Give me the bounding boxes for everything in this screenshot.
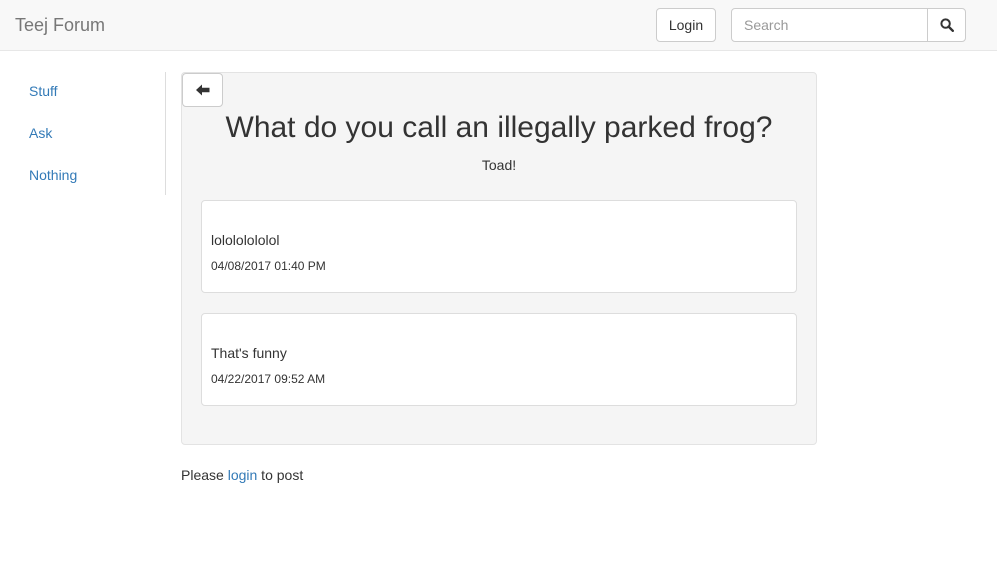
sidebar-item-nothing[interactable]: Nothing	[15, 156, 165, 198]
login-prompt-suffix: to post	[257, 467, 304, 483]
login-button[interactable]: Login	[656, 8, 716, 42]
post-body: Toad!	[481, 157, 517, 173]
reply-text: lolololololol	[211, 232, 280, 248]
login-prompt-prefix: Please	[181, 467, 228, 483]
brand-title[interactable]: Teej Forum	[15, 14, 105, 36]
navbar: Teej Forum Login	[0, 0, 997, 51]
search-button[interactable]	[927, 8, 966, 42]
arrow-left-icon	[195, 84, 209, 96]
login-link[interactable]: login	[228, 467, 258, 483]
search-input[interactable]	[731, 8, 928, 42]
reply-timestamp: 04/08/2017 01:40 PM	[211, 259, 326, 273]
sidebar-item-ask[interactable]: Ask	[15, 114, 165, 156]
reply-timestamp: 04/22/2017 09:52 AM	[211, 372, 326, 386]
back-button[interactable]	[182, 73, 223, 107]
post-panel: What do you call an illegally parked fro…	[181, 72, 817, 445]
reply-text: That's funny	[211, 345, 287, 361]
reply-card: lolololololol 04/08/2017 01:40 PM	[201, 200, 797, 293]
sidebar-item-stuff[interactable]: Stuff	[15, 72, 165, 114]
post-title: What do you call an illegally parked fro…	[225, 111, 773, 144]
login-prompt: Please login to post	[181, 467, 303, 483]
reply-card: That's funny 04/22/2017 09:52 AM	[201, 313, 797, 406]
search-icon	[939, 18, 954, 32]
sidebar-nav: Stuff Ask Nothing	[15, 72, 166, 195]
